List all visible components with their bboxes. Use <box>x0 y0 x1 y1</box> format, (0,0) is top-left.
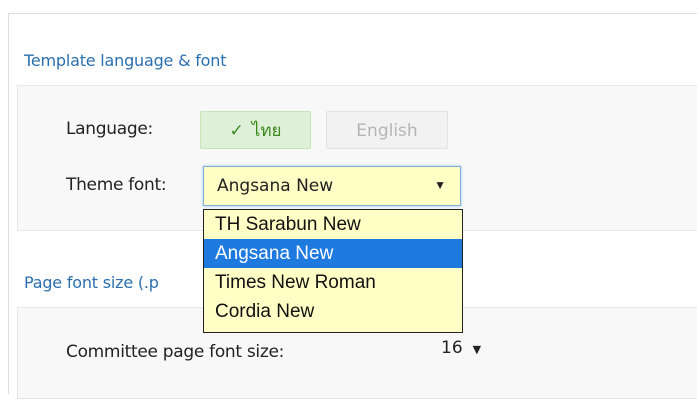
committee-font-size-label: Committee page font size: <box>66 342 285 362</box>
language-english-button[interactable]: English <box>326 111 448 149</box>
language-thai-button[interactable]: ✓ ไทย <box>200 111 311 149</box>
committee-font-size-value: 16 <box>441 338 463 358</box>
language-label: Language: <box>66 119 153 139</box>
font-option-times-new-roman[interactable]: Times New Roman <box>204 268 462 297</box>
theme-font-dropdown: TH Sarabun New Angsana New Times New Rom… <box>203 209 463 333</box>
theme-font-label: Theme font: <box>66 175 167 195</box>
language-thai-label: ไทย <box>251 121 282 141</box>
template-section-heading: Template language & font <box>24 51 227 70</box>
theme-font-select[interactable]: Angsana New ▼ <box>203 166 461 206</box>
chevron-down-icon: ▼ <box>434 178 446 192</box>
theme-font-value: Angsana New <box>217 176 334 196</box>
font-option-th-sarabun-new[interactable]: TH Sarabun New <box>204 210 462 239</box>
language-english-label: English <box>356 121 418 141</box>
chevron-down-icon: ▼ <box>472 343 482 356</box>
check-icon: ✓ <box>229 121 244 141</box>
font-option-cordia-new[interactable]: Cordia New <box>204 297 462 326</box>
font-size-section-heading: Page font size (.p <box>24 273 159 292</box>
committee-font-size-select[interactable]: 16 ▼ <box>441 338 481 358</box>
font-option-angsana-new[interactable]: Angsana New <box>204 239 462 268</box>
